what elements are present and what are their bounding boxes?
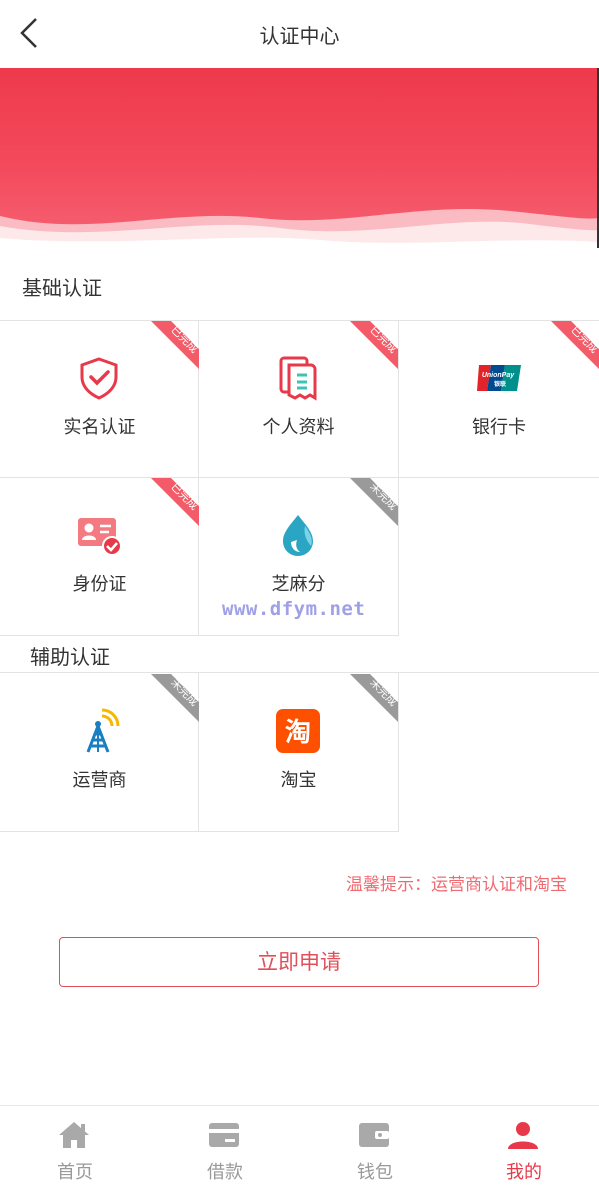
tab-wallet[interactable]: 钱包 [300, 1106, 450, 1193]
status-badge: 未完成 [350, 478, 398, 526]
auth-item-label: 个人资料 [262, 417, 335, 438]
banner [0, 68, 599, 248]
apply-button[interactable]: 立即申请 [59, 937, 539, 987]
shield-check-icon [76, 355, 122, 401]
section-title-basic: 基础认证 [22, 276, 102, 300]
svg-text:UnionPay: UnionPay [482, 372, 515, 379]
status-badge: 未完成 [151, 674, 199, 722]
auth-item-label: 实名认证 [63, 417, 136, 438]
status-badge: 已完成 [151, 321, 199, 369]
wave-decoration [0, 208, 599, 248]
tab-label: 钱包 [357, 1162, 393, 1183]
status-badge: 未完成 [350, 674, 398, 722]
tab-label: 我的 [506, 1162, 542, 1183]
wallet-icon [359, 1123, 389, 1147]
card-icon [209, 1123, 239, 1147]
signal-tower-icon [76, 708, 122, 754]
section-title-auxiliary: 辅助认证 [30, 645, 110, 669]
divider [0, 831, 399, 832]
tab-loan[interactable]: 借款 [150, 1106, 300, 1193]
tab-label: 借款 [207, 1162, 243, 1183]
notice-marquee: 温馨提示：运营商认证和淘宝 [346, 875, 567, 894]
status-badge: 已完成 [151, 478, 199, 526]
home-icon [59, 1122, 89, 1148]
tab-home[interactable]: 首页 [0, 1106, 150, 1193]
header: 认证中心 [0, 0, 599, 68]
auth-item-label: 淘宝 [280, 770, 317, 791]
unionpay-icon: UnionPay 银联 [475, 355, 521, 401]
page-title: 认证中心 [259, 24, 340, 48]
auth-item-label: 身份证 [72, 574, 127, 595]
sesame-drop-icon [275, 512, 321, 558]
auth-item-bankcard[interactable]: UnionPay 银联 银行卡 已完成 [399, 321, 599, 478]
auth-item-label: 芝麻分 [271, 574, 326, 595]
status-badge: 已完成 [350, 321, 398, 369]
tab-bar: 首页 借款 钱包 我的 [0, 1105, 599, 1193]
id-card-icon [76, 512, 122, 558]
auth-item-label: 运营商 [72, 770, 127, 791]
auth-item-profile[interactable]: 个人资料 已完成 [199, 321, 398, 478]
svg-text:淘: 淘 [285, 718, 311, 748]
tab-label: 首页 [57, 1162, 93, 1183]
document-icon [275, 355, 321, 401]
tab-mine[interactable]: 我的 [449, 1106, 599, 1193]
divider [0, 635, 399, 636]
auth-item-label: 银行卡 [472, 417, 526, 438]
auth-item-taobao[interactable]: 淘 淘宝 未完成 [199, 674, 398, 831]
watermark: www.dfym.net [222, 598, 366, 620]
auth-item-idcard[interactable]: 身份证 已完成 [0, 478, 199, 635]
svg-text:银联: 银联 [494, 380, 506, 388]
user-icon [508, 1122, 538, 1149]
divider [0, 672, 599, 673]
divider [398, 673, 399, 831]
status-badge: 已完成 [551, 321, 599, 369]
auth-item-carrier[interactable]: 运营商 未完成 [0, 674, 199, 831]
taobao-icon: 淘 [275, 708, 321, 754]
auth-item-realname[interactable]: 实名认证 已完成 [0, 321, 199, 478]
